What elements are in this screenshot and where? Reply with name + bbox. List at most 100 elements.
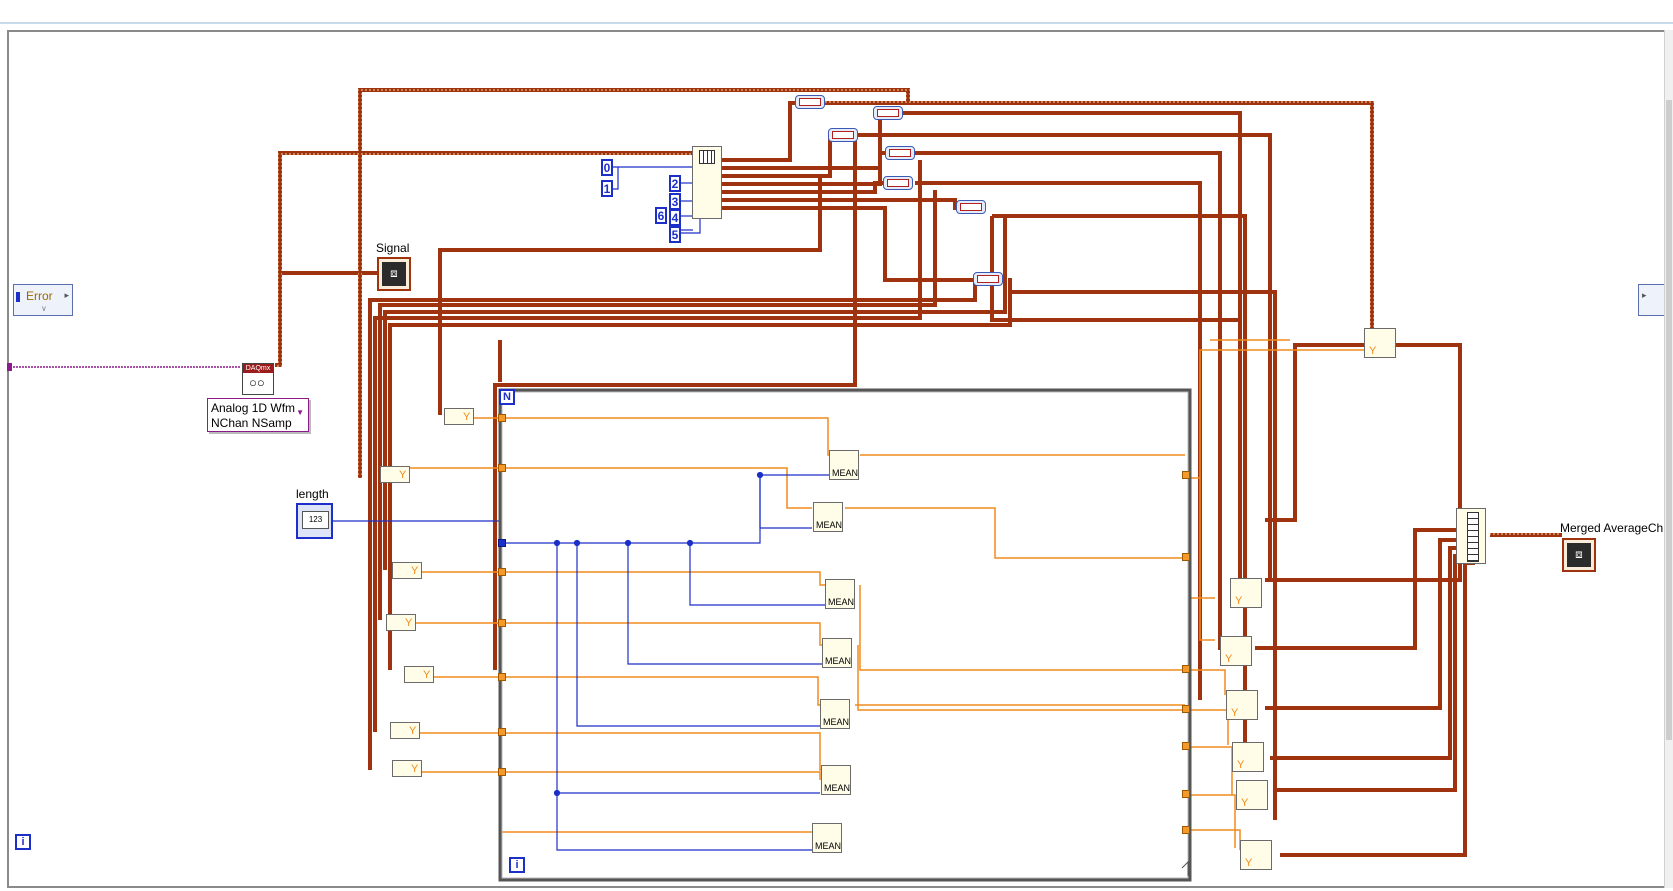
mean-node-5[interactable]: MEAN (820, 699, 850, 729)
y-glyph: Y (409, 725, 417, 737)
waveform-subset-node-5[interactable] (883, 176, 913, 190)
y-glyph: Y (1231, 707, 1239, 719)
waveform-graph-icon: ⧈ (382, 262, 406, 286)
daqmx-read-node[interactable]: DAQmx ○○ (242, 363, 274, 395)
waveform-subset-node-6[interactable] (956, 200, 986, 214)
build-waveform-node-5[interactable]: Y (1232, 742, 1264, 772)
length-label: length (296, 487, 329, 501)
numeric-control-icon: 123 (302, 511, 329, 529)
waveform-subset-node-4[interactable] (885, 146, 915, 160)
build-waveform-node-4[interactable]: Y (1226, 690, 1258, 720)
y-glyph: Y (463, 411, 471, 423)
daqmx-read-icon: ○○ (249, 375, 265, 390)
y-glyph: Y (411, 565, 419, 577)
index-array-icon (699, 150, 715, 164)
merged-graph-terminal[interactable]: ⧈ (1562, 538, 1596, 572)
waveform-graph-icon: ⧈ (1567, 543, 1591, 567)
waveform-subset-node-1[interactable] (795, 95, 825, 109)
mean-caption: MEAN (828, 597, 855, 607)
mean-node-2[interactable]: MEAN (813, 502, 843, 532)
signal-graph-terminal[interactable]: ⧈ (377, 257, 411, 291)
daq-selector-line2: NChan NSamp (211, 416, 292, 430)
loop-tunnel-length[interactable] (498, 539, 506, 547)
constant-6[interactable]: 6 (655, 207, 667, 224)
build-waveform-node-6[interactable]: Y (1236, 780, 1268, 810)
loop-count-terminal[interactable]: N (499, 389, 515, 405)
loop-tunnel-out[interactable] (1182, 553, 1190, 561)
loop-tunnel-in[interactable] (498, 673, 506, 681)
get-waveform-y-5[interactable]: Y (404, 666, 434, 683)
chevron-right-icon: ▸ (1642, 290, 1647, 300)
loop-tunnel-out[interactable] (1182, 471, 1190, 479)
loop-tunnel-out[interactable] (1182, 826, 1190, 834)
scrollbar-thumb[interactable] (1666, 100, 1672, 740)
outer-iteration-terminal: i (15, 834, 31, 850)
signal-label: Signal (376, 241, 410, 255)
loop-tunnel-in[interactable] (498, 414, 506, 422)
mean-node-3[interactable]: MEAN (825, 579, 855, 609)
daqmx-polymorphic-selector[interactable]: Analog 1D Wfm NChan NSamp ▼ (207, 398, 309, 432)
y-glyph: Y (399, 469, 407, 481)
waveform-subset-node-2[interactable] (873, 106, 903, 120)
constant-3[interactable]: 3 (669, 193, 681, 210)
loop-iteration-terminal: i (509, 857, 525, 873)
get-waveform-y-4[interactable]: Y (386, 614, 416, 631)
mean-node-1[interactable]: MEAN (829, 450, 859, 480)
daqmx-caption: DAQmx (243, 364, 273, 373)
loop-tunnel-in[interactable] (498, 464, 506, 472)
mean-caption: MEAN (823, 717, 850, 727)
mean-node-6[interactable]: MEAN (821, 765, 851, 795)
merged-graph-label: Merged AverageCh (1560, 521, 1664, 535)
mean-caption: MEAN (824, 783, 851, 793)
constant-5[interactable]: 5 (669, 226, 681, 243)
error-label: Error (26, 289, 53, 303)
loop-tunnel-out[interactable] (1182, 790, 1190, 798)
vertical-scrollbar[interactable] (1664, 30, 1673, 888)
build-array-node[interactable] (1456, 508, 1486, 564)
get-waveform-y-2[interactable]: Y (380, 466, 410, 483)
loop-tunnel-in[interactable] (498, 619, 506, 627)
build-waveform-node-7[interactable]: Y (1240, 840, 1272, 870)
waveform-subset-node-3[interactable] (828, 128, 858, 142)
y-glyph: Y (423, 669, 431, 681)
get-waveform-y-7[interactable]: Y (392, 760, 422, 777)
mean-caption: MEAN (825, 656, 852, 666)
build-waveform-node-1[interactable]: Y (1364, 328, 1396, 358)
y-glyph: Y (405, 617, 413, 629)
loop-tunnel-in[interactable] (498, 568, 506, 576)
constant-1[interactable]: 1 (601, 180, 613, 197)
get-waveform-y-3[interactable]: Y (392, 562, 422, 579)
numeric-caption: 123 (308, 515, 323, 524)
y-glyph: Y (1225, 653, 1233, 665)
index-array-node[interactable] (692, 146, 722, 219)
loop-tunnel-in[interactable] (498, 728, 506, 736)
waveform-wires (275, 88, 1560, 857)
y-glyph: Y (1241, 797, 1249, 809)
y-glyph: Y (1369, 345, 1377, 357)
dropdown-arrow-icon: ▼ (296, 408, 304, 417)
chevron-right-icon: ▸ (64, 290, 69, 300)
constant-0[interactable]: 0 (601, 159, 613, 176)
mean-node-4[interactable]: MEAN (822, 638, 852, 668)
build-waveform-node-2[interactable]: Y (1230, 578, 1262, 608)
mean-node-7[interactable]: MEAN (812, 823, 842, 853)
mean-caption: MEAN (816, 520, 843, 530)
chevron-down-icon: ∨ (41, 304, 47, 313)
length-control[interactable]: 123 (296, 503, 333, 539)
error-cluster-in[interactable]: Error ▸ ∨ (13, 284, 73, 316)
build-waveform-node-3[interactable]: Y (1220, 636, 1252, 666)
daq-selector-line1: Analog 1D Wfm (211, 401, 296, 415)
y-glyph: Y (1237, 759, 1245, 771)
loop-tunnel-out[interactable] (1182, 742, 1190, 750)
waveform-subset-node-7[interactable] (973, 272, 1003, 286)
get-waveform-y-6[interactable]: Y (390, 722, 420, 739)
mean-caption: MEAN (815, 841, 842, 851)
y-glyph: Y (1245, 857, 1253, 869)
loop-tunnel-in[interactable] (498, 768, 506, 776)
loop-tunnel-out[interactable] (1182, 705, 1190, 713)
constant-4[interactable]: 4 (669, 209, 681, 226)
constant-2[interactable]: 2 (669, 175, 681, 192)
get-waveform-y-1[interactable]: Y (444, 408, 474, 425)
block-diagram-window: Error ▸ ∨ DAQmx ○○ Analog 1D Wfm NChan N… (0, 0, 1673, 891)
loop-tunnel-out[interactable] (1182, 665, 1190, 673)
